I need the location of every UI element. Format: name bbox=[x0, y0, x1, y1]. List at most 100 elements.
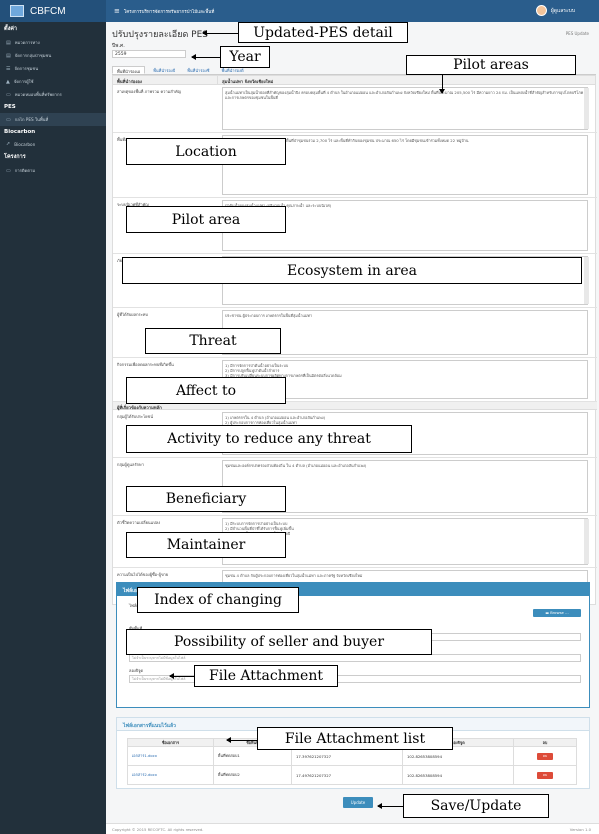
affect-label: ผู้ที่ได้รับผลกระทบ bbox=[117, 312, 148, 317]
user-name: ผู้ดูแลระบบ bbox=[550, 7, 575, 14]
sidebar-item-5[interactable]: ▭ หมวดหมอบพื้นที่ทรัพยากร bbox=[0, 88, 106, 101]
callout-year: Year bbox=[220, 46, 270, 68]
table-row: เอกสาร2.docx พื้นที่ทดสอบ2 17.4976212073… bbox=[127, 765, 578, 785]
hamburger-menu-icon[interactable]: ≡ bbox=[114, 7, 120, 15]
location-textarea[interactable]: ลุ่มน้ำแม่ทาเป็นลุ่มน้ำย่อยที่สำคัญของลุ… bbox=[222, 87, 588, 130]
latitude-input[interactable]: ไม่จำเป็นระบุหากไม่มีข้อมูลในไฟล์ bbox=[129, 654, 581, 662]
sidebar-item-label: จัดการชุมชน bbox=[14, 66, 39, 71]
tab-pilot-b[interactable]: พื้นที่นำร่องบี bbox=[149, 66, 179, 74]
version: Version 1.0 bbox=[569, 827, 591, 832]
index-label: ตัวชี้วัดความเปลี่ยนแปลง bbox=[117, 520, 161, 525]
sidebar-item-2[interactable]: ▤ จัดการกลุ่มป่าชุมชน bbox=[0, 49, 106, 62]
sidebar-section-settings: ตั้งค่า bbox=[4, 26, 18, 32]
sidebar-item-label: การติดตาม bbox=[14, 168, 36, 173]
top-navbar: CBFCM ≡ โครงการบริหารจัดการทรัพยากรป่าไม… bbox=[0, 0, 599, 22]
callout-ecosystem: Ecosystem in area bbox=[122, 257, 582, 284]
col-doc-name: ชื่อเอกสาร bbox=[127, 738, 214, 747]
sidebar-item-pes[interactable]: ▭ กลไก PES ในพื้นที่ bbox=[0, 113, 106, 126]
callout-maintainer: Maintainer bbox=[126, 532, 286, 558]
callout-location: Location bbox=[126, 138, 286, 165]
callout-possibility: Possibility of seller and buyer bbox=[126, 629, 432, 655]
list-icon: ▤ bbox=[6, 52, 11, 59]
brand[interactable]: CBFCM bbox=[0, 0, 106, 22]
footer: Copyright © 2015 RECOFTC. All rights res… bbox=[106, 823, 599, 834]
user-menu[interactable]: ผู้ดูแลระบบ bbox=[535, 5, 575, 16]
list-icon: ▤ bbox=[6, 39, 11, 46]
sidebar-item-tracking[interactable]: ▭ การติดตาม bbox=[0, 164, 106, 177]
callout-pilot-area: Pilot area bbox=[126, 206, 286, 233]
user-icon: ▲ bbox=[6, 78, 10, 85]
folder-icon: ▭ bbox=[6, 167, 11, 174]
sidebar-section-project: โครงการ bbox=[4, 154, 26, 160]
file-link[interactable]: เอกสาร2.docx bbox=[127, 765, 214, 785]
detail-header: พื้นที่นำร่ององ ลุ่มน้ำแม่ทา จังหวัดเชีย… bbox=[113, 76, 595, 85]
browse-label: Browse ... bbox=[550, 610, 569, 615]
update-button[interactable]: Update bbox=[343, 797, 373, 808]
detail-header-col2: ลุ่มน้ำแม่ทา จังหวัดเชียงใหม่ bbox=[222, 79, 274, 84]
sidebar-item-label: จัดการกลุ่มป่าชุมชน bbox=[14, 53, 52, 58]
sidebar-item-label: หมวดการทาง bbox=[14, 40, 40, 45]
activity-label: กิจกรรมเพื่อลดผลกระทบที่เกิดขึ้น bbox=[117, 362, 174, 367]
callout-file-attachment: File Attachment bbox=[194, 665, 338, 687]
sidebar-item-3[interactable]: ☰ จัดการชุมชน bbox=[0, 62, 106, 75]
delete-button[interactable]: ลบ bbox=[536, 752, 553, 760]
leaf-icon: ➚ bbox=[6, 141, 11, 147]
file-link[interactable]: เอกสาร1.docx bbox=[127, 746, 214, 766]
location-label: สาเหตุของพื้นที่ ภาพรวม ความสำคัญ bbox=[117, 89, 182, 94]
brand-name: CBFCM bbox=[30, 5, 66, 17]
arrow bbox=[226, 737, 257, 743]
scrollbar[interactable] bbox=[584, 88, 589, 129]
file-area: พื้นที่ทดสอบ2 bbox=[212, 765, 293, 785]
delete-cell: ลบ bbox=[512, 746, 578, 766]
callout-beneficiary: Beneficiary bbox=[126, 486, 286, 512]
sidebar-item-label: Biocarbon bbox=[14, 141, 36, 147]
sidebar-item-4[interactable]: ▲ จัดการผู้ใช้ bbox=[0, 75, 106, 88]
longitude-label: ลองจิจูด bbox=[129, 668, 144, 673]
possibility-label: ความเป็นไปได้ของผู้ซื้อ-ผู้ขาย bbox=[117, 572, 169, 577]
breadcrumb: PES Update bbox=[565, 31, 589, 36]
scrollbar[interactable] bbox=[584, 257, 589, 304]
delete-cell: ลบ bbox=[512, 765, 578, 785]
callout-affect: Affect to bbox=[126, 377, 286, 404]
arrow bbox=[377, 803, 403, 809]
detail-header-col1: พื้นที่นำร่ององ bbox=[113, 76, 218, 84]
tab-pilot-c[interactable]: พื้นที่นำร่องซี bbox=[183, 66, 213, 74]
browse-button[interactable]: ▬ Browse ... bbox=[533, 609, 581, 617]
maintainer-label: กลุ่มผู้ดูแลรักษา bbox=[117, 462, 144, 467]
sidebar-item-1[interactable]: ▤ หมวดการทาง bbox=[0, 36, 106, 49]
top-breadcrumb: โครงการบริหารจัดการทรัพยากรป่าไม้และพื้น… bbox=[123, 9, 215, 15]
sidebar-item-label: จัดการผู้ใช้ bbox=[13, 79, 34, 84]
callout-index: Index of changing bbox=[137, 587, 299, 613]
year-label: ปีพ.ศ. bbox=[112, 43, 125, 49]
arrow bbox=[202, 30, 238, 36]
sidebar-item-label: หมวดหมอบพื้นที่ทรัพยากร bbox=[14, 92, 62, 97]
arrow bbox=[191, 54, 220, 60]
user-avatar bbox=[535, 5, 547, 16]
callout-updated-pes: Updated-PES detail bbox=[238, 22, 408, 43]
callout-file-attachment-list: File Attachment list bbox=[257, 727, 453, 750]
callout-threat: Threat bbox=[145, 328, 281, 354]
file-lng: 102.82653808594 bbox=[401, 765, 514, 785]
users-icon: ☰ bbox=[6, 65, 11, 72]
delete-button[interactable]: ลบ bbox=[536, 771, 553, 779]
tab-pilot-a[interactable]: พื้นที่นำร่องเอ bbox=[112, 66, 146, 74]
col-delete: ลบ bbox=[512, 738, 578, 747]
arrow bbox=[169, 673, 194, 679]
copyright: Copyright © 2015 RECOFTC. All rights res… bbox=[112, 827, 204, 832]
sidebar-section-biocarbon: Biocarbon bbox=[4, 129, 36, 135]
scrollbar[interactable] bbox=[584, 519, 589, 564]
arrow bbox=[439, 75, 445, 94]
brand-logo bbox=[10, 5, 24, 17]
sidebar: ตั้งค่า ▤ หมวดการทาง ▤ จัดการกลุ่มป่าชุมชน… bbox=[0, 22, 106, 834]
beneficiary-label: กลุ่มผู้ได้รับประโยชน์ bbox=[117, 414, 153, 419]
file-lat: 17.497621207327 bbox=[291, 765, 403, 785]
callout-pilot-areas: Pilot areas bbox=[406, 55, 576, 75]
row-location: สาเหตุของพื้นที่ ภาพรวม ความสำคัญ ลุ่มน้… bbox=[113, 85, 597, 133]
callout-activity: Activity to reduce any threat bbox=[126, 425, 412, 453]
callout-save-update: Save/Update bbox=[403, 794, 549, 818]
page-title: ปรับปรุงรายละเอียด PES bbox=[112, 30, 208, 40]
sidebar-item-label: กลไก PES ในพื้นที่ bbox=[14, 117, 49, 122]
year-input[interactable]: 2559 bbox=[112, 50, 186, 58]
sidebar-section-pes: PES bbox=[4, 104, 16, 110]
sidebar-item-biocarbon[interactable]: ➚ Biocarbon bbox=[0, 138, 106, 150]
